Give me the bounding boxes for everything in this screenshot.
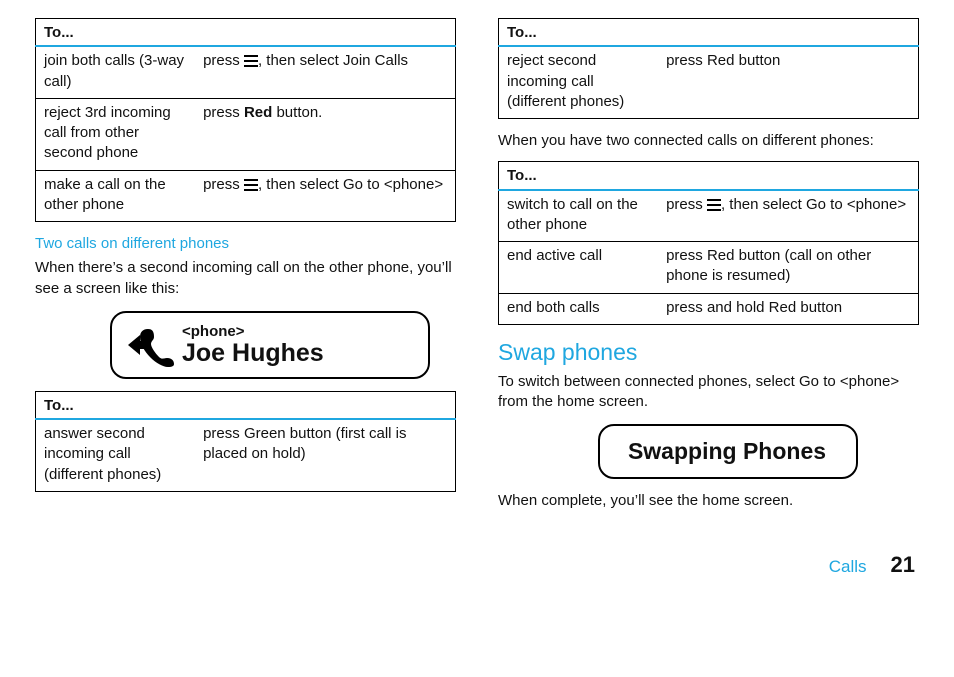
table-header: To... [499, 19, 919, 47]
actions-table-1: To... join both calls (3‑way call) press… [35, 18, 456, 222]
screen-phone-label: <phone> [182, 324, 324, 339]
do-cell: press Green button (first call is placed… [195, 419, 455, 491]
do-cell: press Red button. [195, 98, 455, 170]
section-heading-two-calls: Two calls on different phones [35, 234, 456, 254]
do-cell: press Red button (call on other phone is… [658, 242, 918, 294]
action-cell: join both calls (3‑way call) [36, 46, 196, 98]
action-cell: answer second incoming call (different p… [36, 419, 196, 491]
swap-intro: To switch between connected phones, sele… [498, 372, 919, 413]
do-cell: press , then select Go to <phone> [195, 170, 455, 222]
page-footer: Calls 21 [35, 550, 919, 580]
do-cell: press , then select Go to <phone> [658, 190, 918, 242]
section-intro-two-calls: When there’s a second incoming call on t… [35, 258, 456, 299]
do-cell: press Red button [658, 46, 918, 118]
section-heading-swap: Swap phones [498, 337, 919, 368]
swapping-screen-text: Swapping Phones [614, 436, 840, 467]
table-header: To... [499, 162, 919, 190]
swapping-screen: Swapping Phones [598, 424, 858, 479]
actions-table-3: To... reject second incoming call (diffe… [498, 18, 919, 119]
do-cell: press , then select Join Calls [195, 46, 455, 98]
menu-icon [244, 55, 258, 67]
table-header: To... [36, 391, 456, 419]
action-cell: reject 3rd incoming call from other seco… [36, 98, 196, 170]
swap-outro: When complete, you’ll see the home scree… [498, 491, 919, 511]
actions-table-2: To... answer second incoming call (diffe… [35, 391, 456, 492]
incoming-call-screen: <phone> Joe Hughes [110, 311, 430, 379]
action-cell: make a call on the other phone [36, 170, 196, 222]
action-cell: switch to call on the other phone [499, 190, 659, 242]
table-row: reject second incoming call (different p… [499, 46, 919, 118]
table-row: end active call press Red button (call o… [499, 242, 919, 294]
caller-name: Joe Hughes [182, 341, 324, 366]
action-cell: reject second incoming call (different p… [499, 46, 659, 118]
action-cell: end both calls [499, 293, 659, 324]
table-row: join both calls (3‑way call) press , the… [36, 46, 456, 98]
phone-incoming-icon [126, 323, 174, 367]
menu-icon [244, 179, 258, 191]
table-header: To... [36, 19, 456, 47]
table-row: switch to call on the other phone press … [499, 190, 919, 242]
table-row: answer second incoming call (different p… [36, 419, 456, 491]
page-number: 21 [891, 550, 915, 580]
table-row: end both calls press and hold Red button [499, 293, 919, 324]
actions-table-4: To... switch to call on the other phone … [498, 161, 919, 325]
chapter-name: Calls [829, 556, 867, 579]
menu-icon [707, 199, 721, 211]
do-cell: press and hold Red button [658, 293, 918, 324]
table-row: make a call on the other phone press , t… [36, 170, 456, 222]
intro-two-connected: When you have two connected calls on dif… [498, 131, 919, 151]
action-cell: end active call [499, 242, 659, 294]
table-row: reject 3rd incoming call from other seco… [36, 98, 456, 170]
